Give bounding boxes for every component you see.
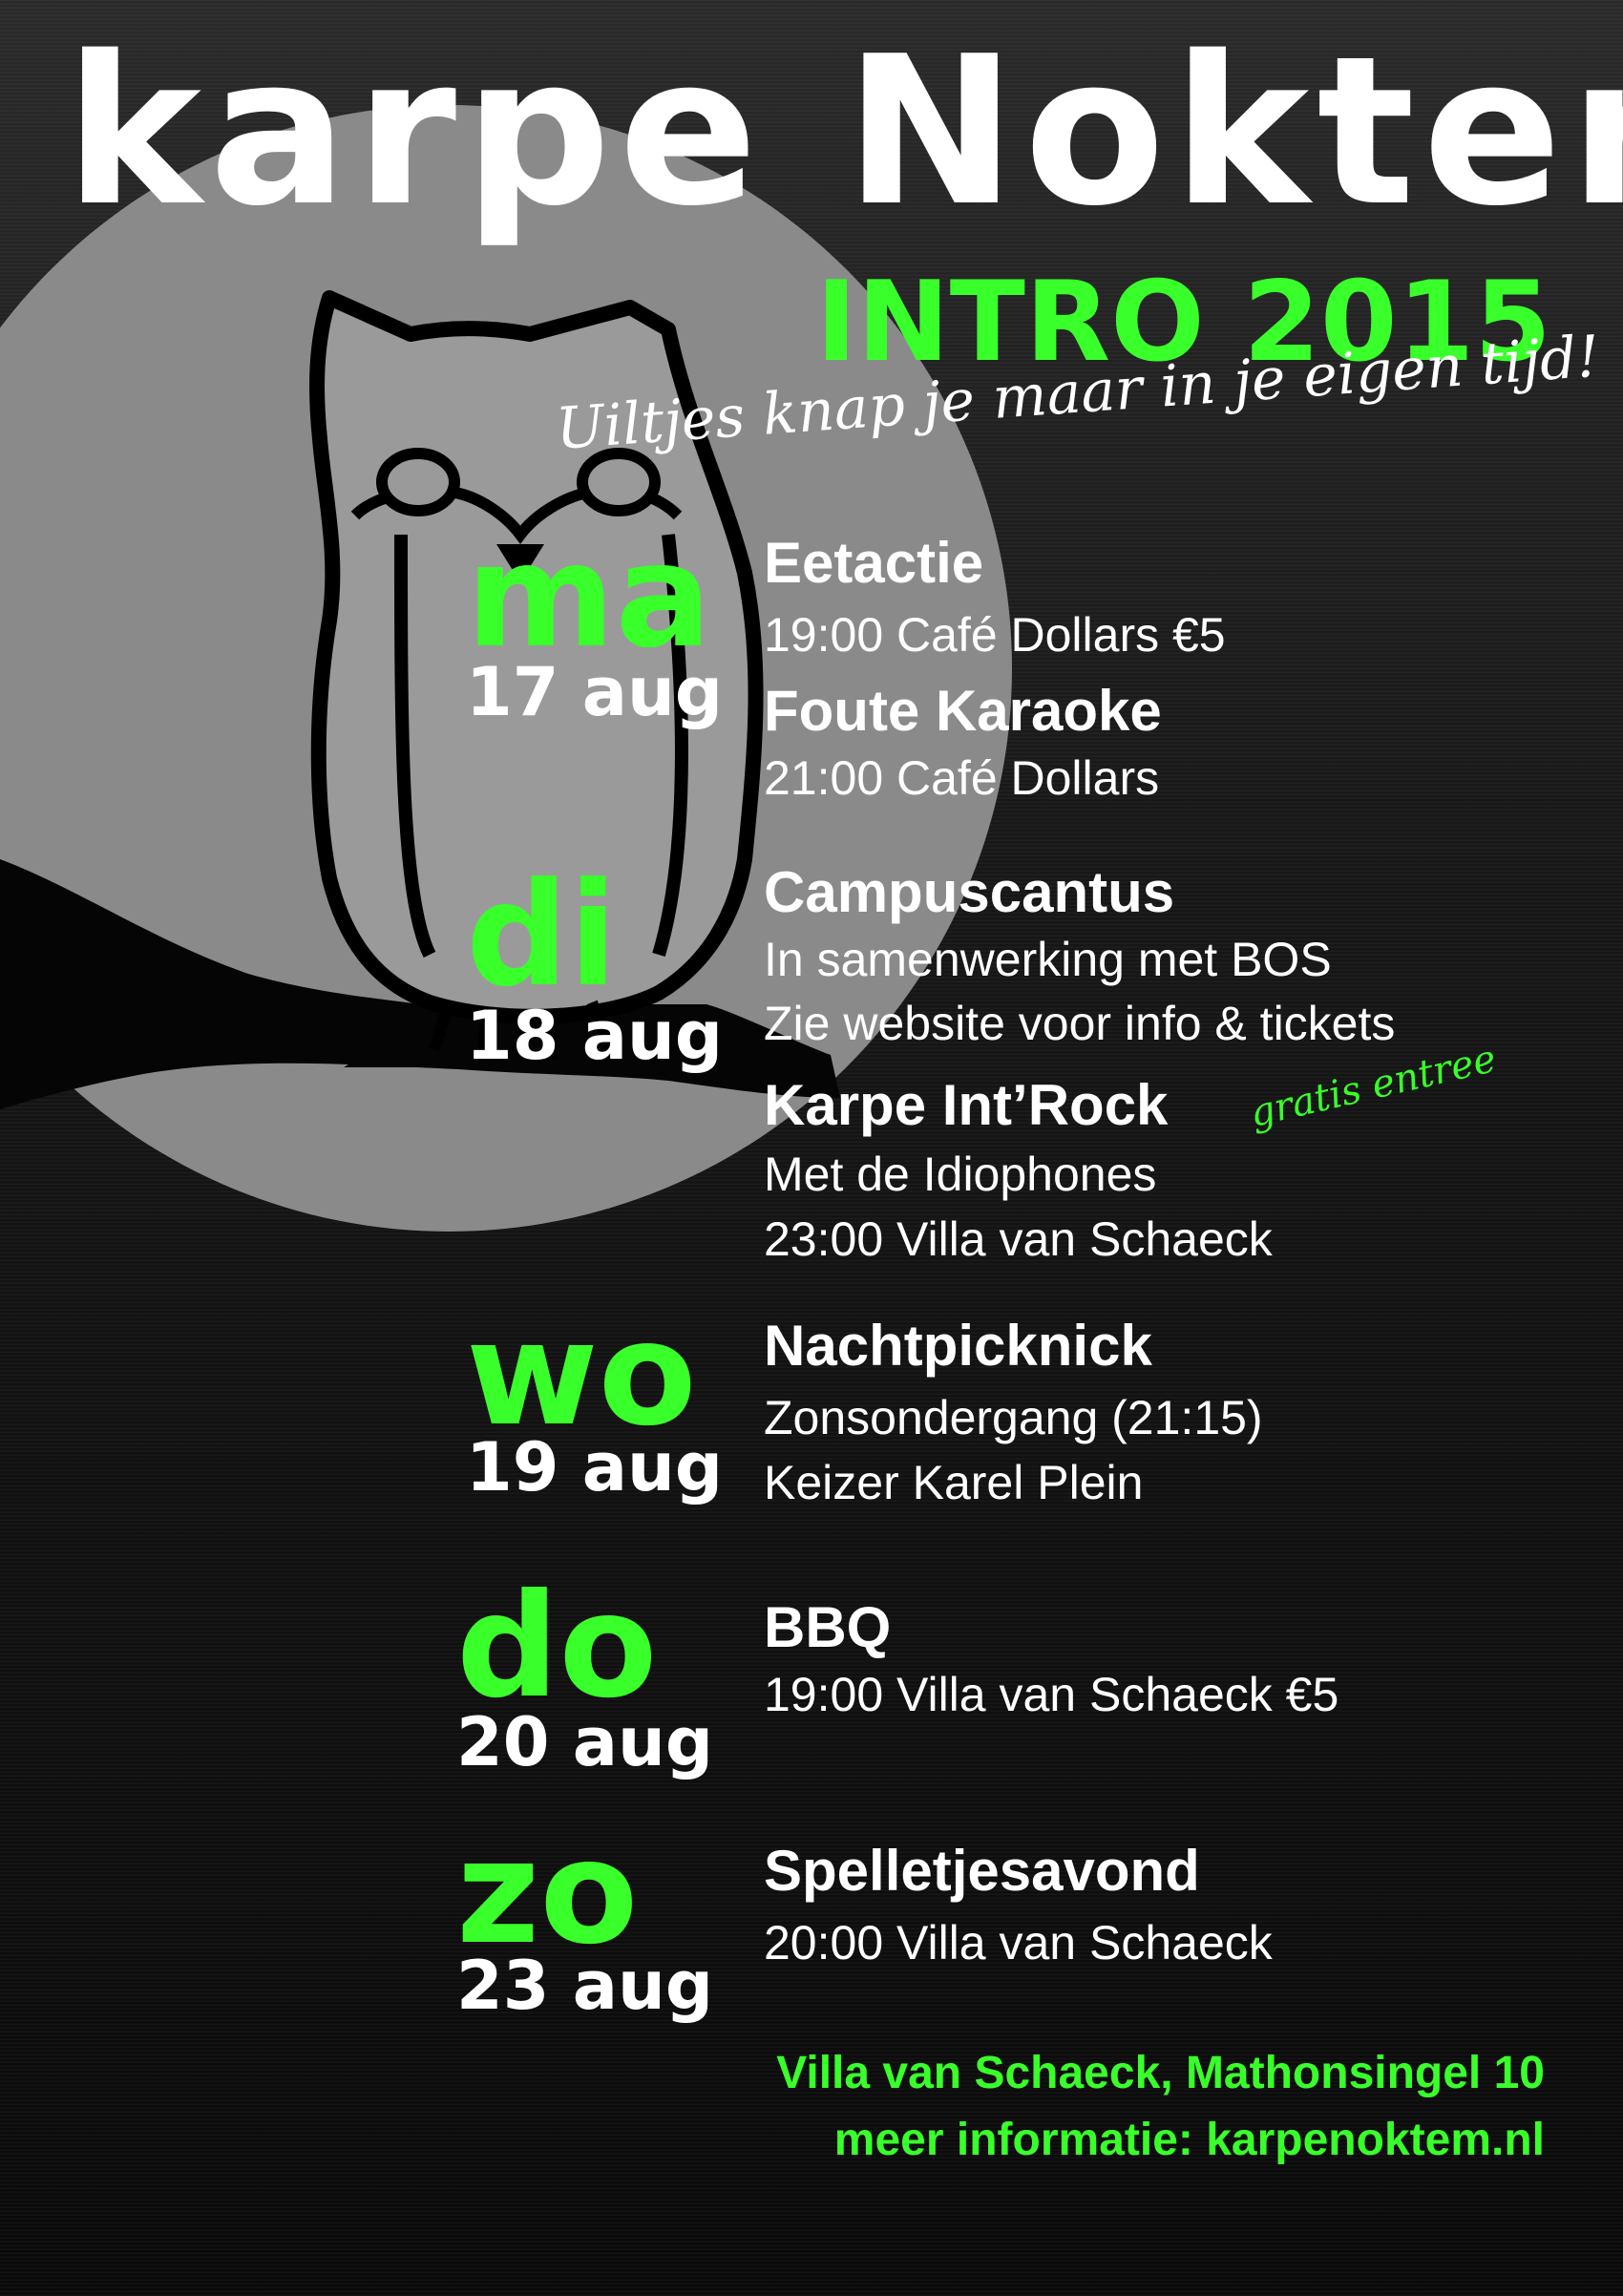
event-detail: Zie website voor info & tickets [764, 997, 1396, 1050]
day-label-di: di [466, 853, 618, 1019]
poster-title: karpe Noktem [65, 11, 1623, 251]
event-detail: Met de Idiophones [764, 1148, 1157, 1201]
day-label-wo: wo [466, 1292, 697, 1458]
event-detail: In samenwerking met BOS [764, 933, 1332, 986]
event-detail: 21:00 Café Dollars [764, 751, 1160, 805]
date-label-do: 20 aug [456, 1703, 713, 1781]
day-label-ma: ma [466, 514, 712, 680]
more-info-link[interactable]: meer informatie: karpenoktem.nl [834, 2117, 1545, 2163]
day-label-do: do [456, 1564, 658, 1730]
event-title-campuscantus: Campuscantus [764, 860, 1175, 924]
day-label-zo: zo [456, 1810, 639, 1976]
event-detail: Zonsondergang (21:15) [764, 1391, 1263, 1444]
event-detail: 19:00 Café Dollars €5 [764, 608, 1226, 662]
event-title-introck: Karpe Int’Rock [764, 1073, 1169, 1137]
event-title-eetactie: Eetactie [764, 531, 984, 595]
event-title-karaoke: Foute Karaoke [764, 679, 1162, 743]
poster: karpe Noktem INTRO 2015 Uiltjes knap je … [0, 0, 1623, 2296]
date-label-zo: 23 aug [456, 1947, 713, 2025]
event-title-spelletjesavond: Spelletjesavond [764, 1839, 1200, 1903]
date-label-ma: 17 aug [466, 653, 723, 731]
venue-address: Villa van Schaeck, Mathonsingel 10 [776, 2048, 1545, 2098]
event-title-nachtpicknick: Nachtpicknick [764, 1314, 1152, 1378]
event-detail: 20:00 Villa van Schaeck [764, 1916, 1273, 1970]
date-label-di: 18 aug [466, 997, 723, 1075]
event-title-bbq: BBQ [764, 1595, 892, 1659]
event-detail: 23:00 Villa van Schaeck [764, 1212, 1273, 1266]
date-label-wo: 19 aug [466, 1428, 723, 1506]
event-detail: Keizer Karel Plein [764, 1456, 1144, 1509]
event-detail: 19:00 Villa van Schaeck €5 [764, 1668, 1339, 1721]
